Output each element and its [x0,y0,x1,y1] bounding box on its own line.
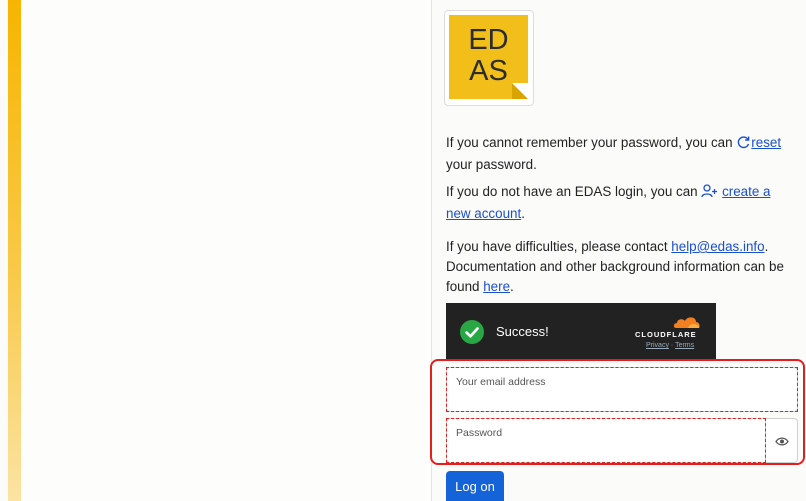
logo-fold [512,83,528,99]
create-account-text: If you do not have an EDAS login, you ca… [446,182,798,224]
cloudflare-cloud-icon [673,317,700,328]
captcha-status: Success! [496,324,549,339]
reset-text-start: If you cannot remember your password, yo… [446,135,737,150]
create-text-end: . [521,206,525,221]
check-icon [460,320,484,344]
create-text-start: If you do not have an EDAS login, you ca… [446,184,702,199]
support-text-start: If you have difficulties, please contact [446,239,672,254]
edas-logo: ED AS [444,10,534,106]
reset-password-text: If you cannot remember your password, yo… [446,133,798,175]
reset-text-end: your password. [446,157,537,172]
support-email-link[interactable]: help@edas.info [671,239,764,254]
edas-logo-tile: ED AS [449,15,528,99]
cloudflare-brand: CLOUDFLARE [635,330,697,339]
credentials-highlight [430,359,805,465]
captcha-privacy-link[interactable]: Privacy [646,342,669,349]
captcha-terms-link[interactable]: Terms [675,342,694,349]
reset-icon[interactable] [736,135,751,155]
accent-bar [8,0,21,501]
support-text-end: . [510,279,514,294]
cloudflare-captcha[interactable]: Success! CLOUDFLARE Privacy · Terms [446,303,716,361]
log-on-button[interactable]: Log on [446,471,504,501]
add-user-icon[interactable] [701,184,718,204]
documentation-link[interactable]: here [483,279,510,294]
captcha-links: Privacy · Terms [646,342,694,349]
support-text: If you have difficulties, please contact… [446,237,798,297]
left-panel [21,0,431,501]
logo-line-1: ED [468,24,509,56]
reset-link[interactable]: reset [751,135,781,150]
